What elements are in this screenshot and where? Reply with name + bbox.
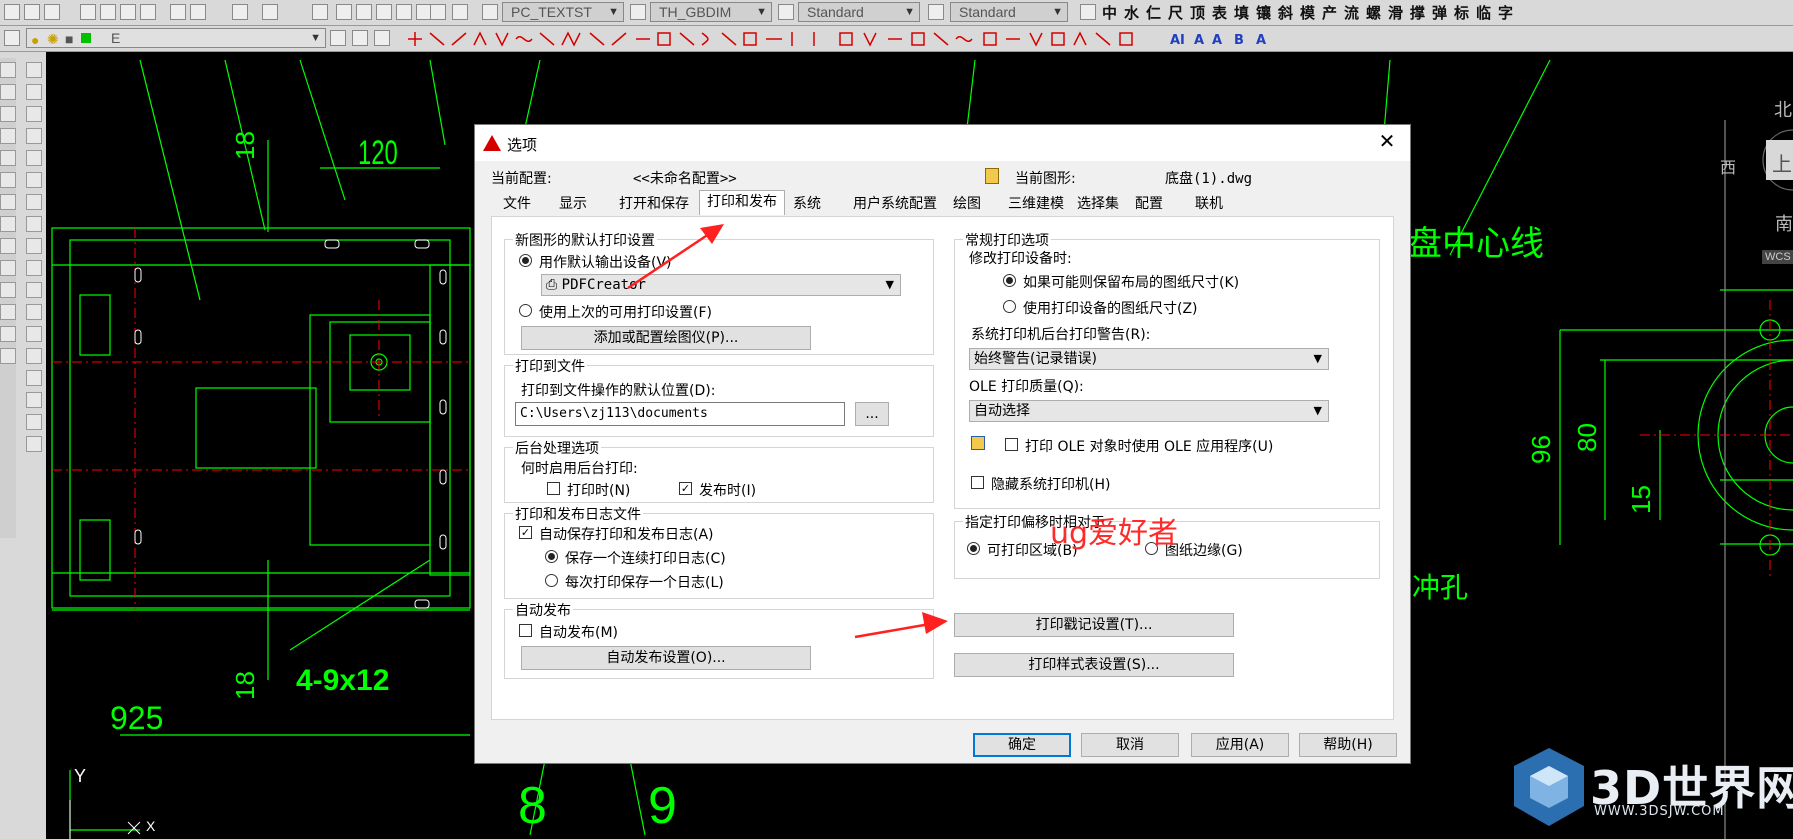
watermark-text: ug爱好者 bbox=[1050, 516, 1179, 551]
annotation-arrows bbox=[627, 224, 948, 639]
site-url: WWW.3DSJW.COM bbox=[1594, 804, 1725, 819]
site-logo-cube-icon bbox=[1514, 748, 1584, 826]
